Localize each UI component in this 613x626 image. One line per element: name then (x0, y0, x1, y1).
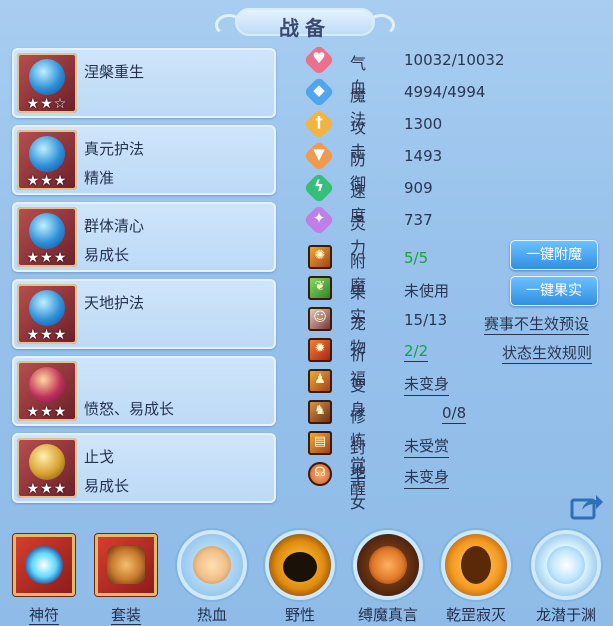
event-preset-link[interactable]: 赛事不生效预设 (484, 313, 590, 335)
equip-slot-4[interactable]: ★★★ 天地护法 (12, 279, 276, 349)
tab-label: 龙潜于渊 (535, 606, 596, 624)
equip-item-icon: ★★★ (17, 207, 77, 267)
tab-suit[interactable]: 套装 (90, 528, 162, 626)
tab-dragon-abyss[interactable]: 龙潜于渊 (530, 528, 602, 626)
equip-trait: 易成长 (84, 246, 130, 264)
suit-icon (95, 534, 157, 596)
equip-item-icon: ★★☆ (17, 53, 77, 113)
tab-label: 套装 (110, 606, 141, 625)
equip-item-icon: ★★★ (17, 130, 77, 190)
tab-label: 乾罡寂灭 (445, 606, 506, 624)
page-title: 战备 (279, 16, 331, 40)
star-rating: ★★★ (26, 404, 68, 420)
stat-value: 10032/10032 (404, 51, 505, 69)
row-value[interactable]: 未受赏 (404, 435, 450, 458)
equip-item-icon: ★★★ (17, 284, 77, 344)
stat-value: 1300 (404, 115, 443, 133)
share-icon[interactable] (570, 492, 604, 520)
equip-slot-3[interactable]: ★★★ 群体清心 易成长 (12, 202, 276, 272)
equip-slot-1[interactable]: ★★☆ 涅槃重生 (12, 48, 276, 118)
tab-rune[interactable]: 神符 (8, 528, 80, 626)
star-rating: ★★★ (26, 327, 68, 343)
equip-name: 止戈 (84, 448, 115, 466)
star-rating: ★★★ (26, 481, 68, 497)
equip-slot-5[interactable]: ★★★ 愤怒、易成长 (12, 356, 276, 426)
row-value: 未使用 (404, 282, 450, 300)
row-value: 15/13 (404, 311, 448, 329)
equip-trait: 愤怒、易成长 (84, 400, 175, 418)
equip-item-icon: ★★★ (17, 438, 77, 498)
equip-name: 真元护法 (84, 140, 145, 158)
tab-qiangang[interactable]: 乾罡寂灭 (440, 528, 512, 626)
hot-blood-icon (181, 534, 243, 596)
tab-wild[interactable]: 野性 (264, 528, 336, 626)
tab-label: 野性 (284, 606, 315, 624)
tab-hot-blood[interactable]: 热血 (176, 528, 248, 626)
tab-label: 缚魔真言 (357, 606, 418, 624)
row-value[interactable]: 2/2 (404, 342, 429, 362)
equip-name: 天地护法 (84, 294, 145, 312)
equip-name: 群体清心 (84, 217, 145, 235)
tab-label: 神符 (28, 606, 59, 625)
binding-mantra-icon (357, 534, 419, 596)
row-value[interactable]: 未变身 (404, 466, 450, 489)
one-click-fruit-button[interactable]: 一键果实 (510, 276, 598, 306)
stat-value: 4994/4994 (404, 83, 486, 101)
equip-slot-2[interactable]: ★★★ 真元护法 精准 (12, 125, 276, 195)
equip-slot-6[interactable]: ★★★ 止戈 易成长 (12, 433, 276, 503)
one-click-enchant-button[interactable]: 一键附魔 (510, 240, 598, 270)
status-rules-link[interactable]: 状态生效规则 (502, 342, 593, 364)
bottom-tab-bar: 神符 套装 热血 野性 缚魔真言 乾罡寂灭 龙潜于渊 (0, 528, 613, 626)
qiangang-icon (445, 534, 507, 596)
row-label: 子女 (350, 469, 367, 512)
equip-name: 涅槃重生 (84, 63, 145, 81)
star-rating: ★★★ (26, 173, 68, 189)
equip-trait: 易成长 (84, 477, 130, 495)
stat-value: 737 (404, 211, 433, 229)
row-value[interactable]: 未变身 (404, 373, 450, 396)
star-rating: ★★☆ (26, 96, 68, 112)
star-rating: ★★★ (26, 250, 68, 266)
row-value[interactable]: 0/8 (442, 404, 467, 424)
row-value: 5/5 (404, 249, 429, 267)
equipment-panel: 战备 ★★☆ 涅槃重生 ★★★ 真元护法 精准 ★★★ 群体清心 易成长 ★★★… (0, 0, 613, 626)
equip-item-icon: ★★★ (17, 361, 77, 421)
stat-value: 1493 (404, 147, 443, 165)
stat-value: 909 (404, 179, 433, 197)
tab-label: 热血 (196, 606, 227, 624)
dragon-abyss-icon (535, 534, 597, 596)
tab-binding-mantra[interactable]: 缚魔真言 (352, 528, 424, 626)
panel-header: 战备 (215, 4, 395, 40)
equip-trait: 精准 (84, 169, 115, 187)
wild-icon (269, 534, 331, 596)
rune-icon (13, 534, 75, 596)
